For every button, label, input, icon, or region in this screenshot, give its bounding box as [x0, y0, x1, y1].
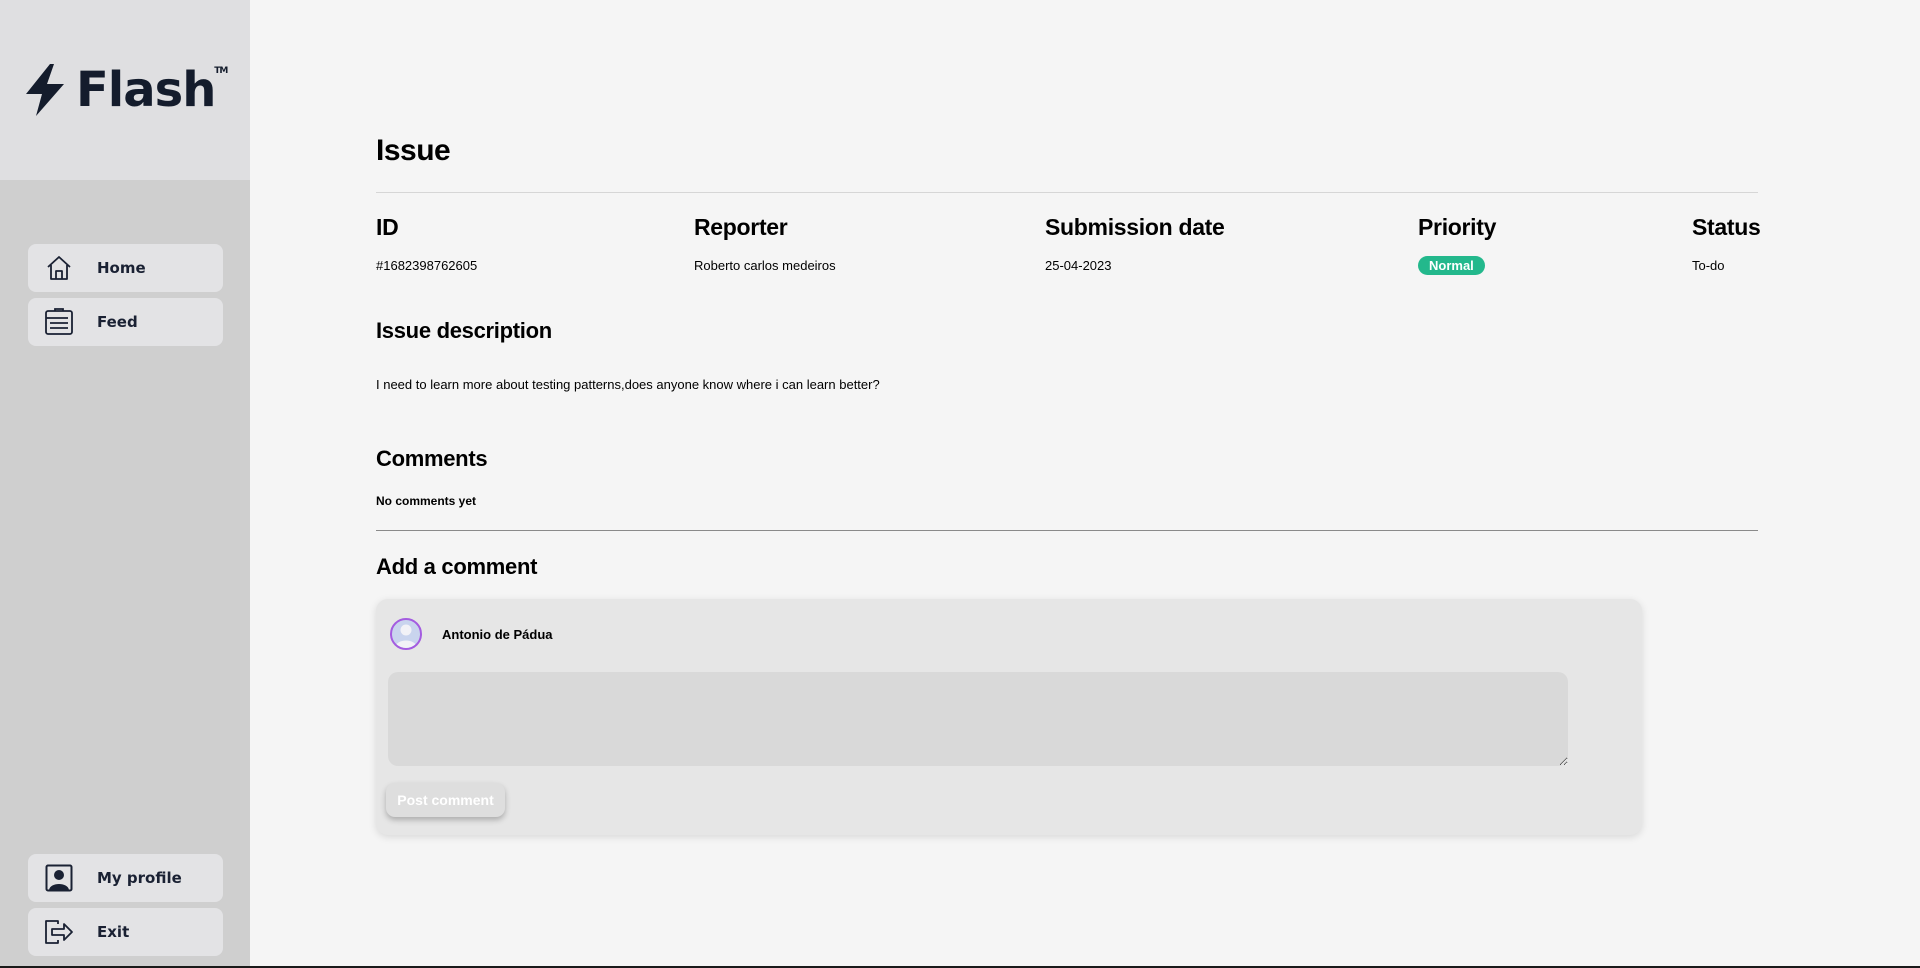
reporter-column: Reporter Roberto carlos medeiros	[694, 214, 836, 273]
sidebar-item-exit[interactable]: Exit	[28, 908, 223, 956]
logo-text: Flash TM	[76, 62, 228, 118]
comment-author-name: Antonio de Pádua	[442, 627, 553, 642]
priority-column: Priority Normal	[1418, 214, 1496, 275]
no-comments-text: No comments yet	[376, 494, 477, 508]
comments-title: Comments	[376, 446, 488, 471]
divider	[376, 192, 1758, 193]
issue-description: I need to learn more about testing patte…	[376, 377, 880, 392]
post-comment-button[interactable]: Post comment	[386, 783, 505, 817]
comment-form: Antonio de Pádua Post comment	[376, 599, 1642, 835]
priority-label: Priority	[1418, 214, 1497, 240]
avatar	[390, 618, 422, 650]
sidebar-item-label: Feed	[97, 313, 138, 331]
issue-description-title: Issue description	[376, 318, 552, 343]
home-icon	[44, 253, 74, 283]
page-title: Issue	[376, 134, 451, 167]
sidebar-item-label: My profile	[97, 869, 182, 887]
sidebar-item-home[interactable]: Home	[28, 244, 223, 292]
lightning-bolt-icon	[26, 64, 64, 116]
divider	[376, 530, 1758, 531]
sidebar-item-feed[interactable]: Feed	[28, 298, 223, 346]
priority-badge: Normal	[1418, 256, 1485, 275]
status-label: Status	[1692, 214, 1761, 240]
reporter-value: Roberto carlos medeiros	[694, 258, 836, 273]
status-column: Status To-do	[1692, 214, 1761, 273]
trademark: TM	[214, 66, 228, 76]
submission-date-label: Submission date	[1045, 214, 1225, 240]
id-column: ID #1682398762605	[376, 214, 477, 273]
add-comment-title: Add a comment	[376, 554, 538, 579]
sidebar: Flash TM Home Feed My profile Exit	[0, 0, 250, 966]
id-value: #1682398762605	[376, 258, 478, 273]
sidebar-item-my-profile[interactable]: My profile	[28, 854, 223, 902]
profile-icon	[44, 863, 74, 893]
submission-date-value: 25-04-2023	[1045, 258, 1112, 273]
submission-date-column: Submission date 25-04-2023	[1045, 214, 1225, 273]
flash-logo[interactable]: Flash TM	[20, 62, 228, 118]
sidebar-item-label: Home	[97, 259, 146, 277]
reporter-label: Reporter	[694, 214, 788, 240]
feed-icon	[44, 307, 74, 337]
id-label: ID	[376, 214, 399, 240]
exit-icon	[44, 917, 74, 947]
status-value: To-do	[1692, 258, 1725, 273]
logo-area: Flash TM	[0, 0, 250, 180]
sidebar-item-label: Exit	[97, 923, 130, 941]
comment-input[interactable]	[388, 672, 1568, 766]
